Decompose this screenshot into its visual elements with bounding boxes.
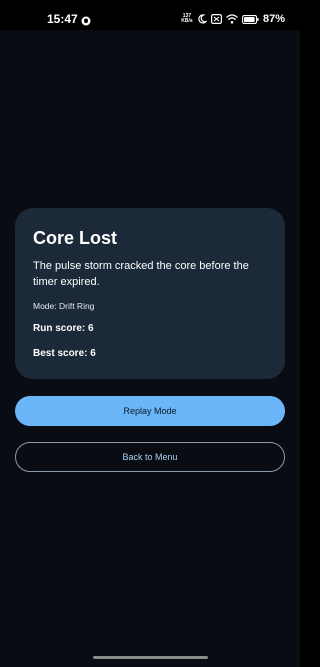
result-message: The pulse storm cracked the core before …	[33, 260, 249, 288]
sim-icon	[210, 14, 222, 24]
network-speed: 137 KB/s	[181, 14, 193, 24]
wifi-icon	[226, 14, 238, 24]
replay-mode-button[interactable]: Replay Mode	[15, 396, 285, 426]
status-bar: 15:47 137 KB/s 87%	[0, 0, 300, 30]
back-to-menu-button[interactable]: Back to Menu	[15, 442, 285, 472]
battery-percent: 87%	[262, 13, 285, 25]
mode-label: Mode: Drift Ring	[33, 301, 95, 311]
result-card: Core Lost The pulse storm cracked the co…	[15, 208, 285, 379]
network-speed-unit: KB/s	[181, 18, 193, 24]
battery-icon	[242, 14, 259, 24]
home-indicator[interactable]	[93, 656, 208, 659]
best-score: Best score: 6	[33, 348, 96, 359]
notification-icon	[81, 13, 91, 26]
run-score: Run score: 6	[33, 323, 94, 334]
status-time: 15:47	[47, 12, 78, 26]
result-title: Core Lost	[33, 228, 118, 248]
moon-icon	[197, 14, 207, 24]
